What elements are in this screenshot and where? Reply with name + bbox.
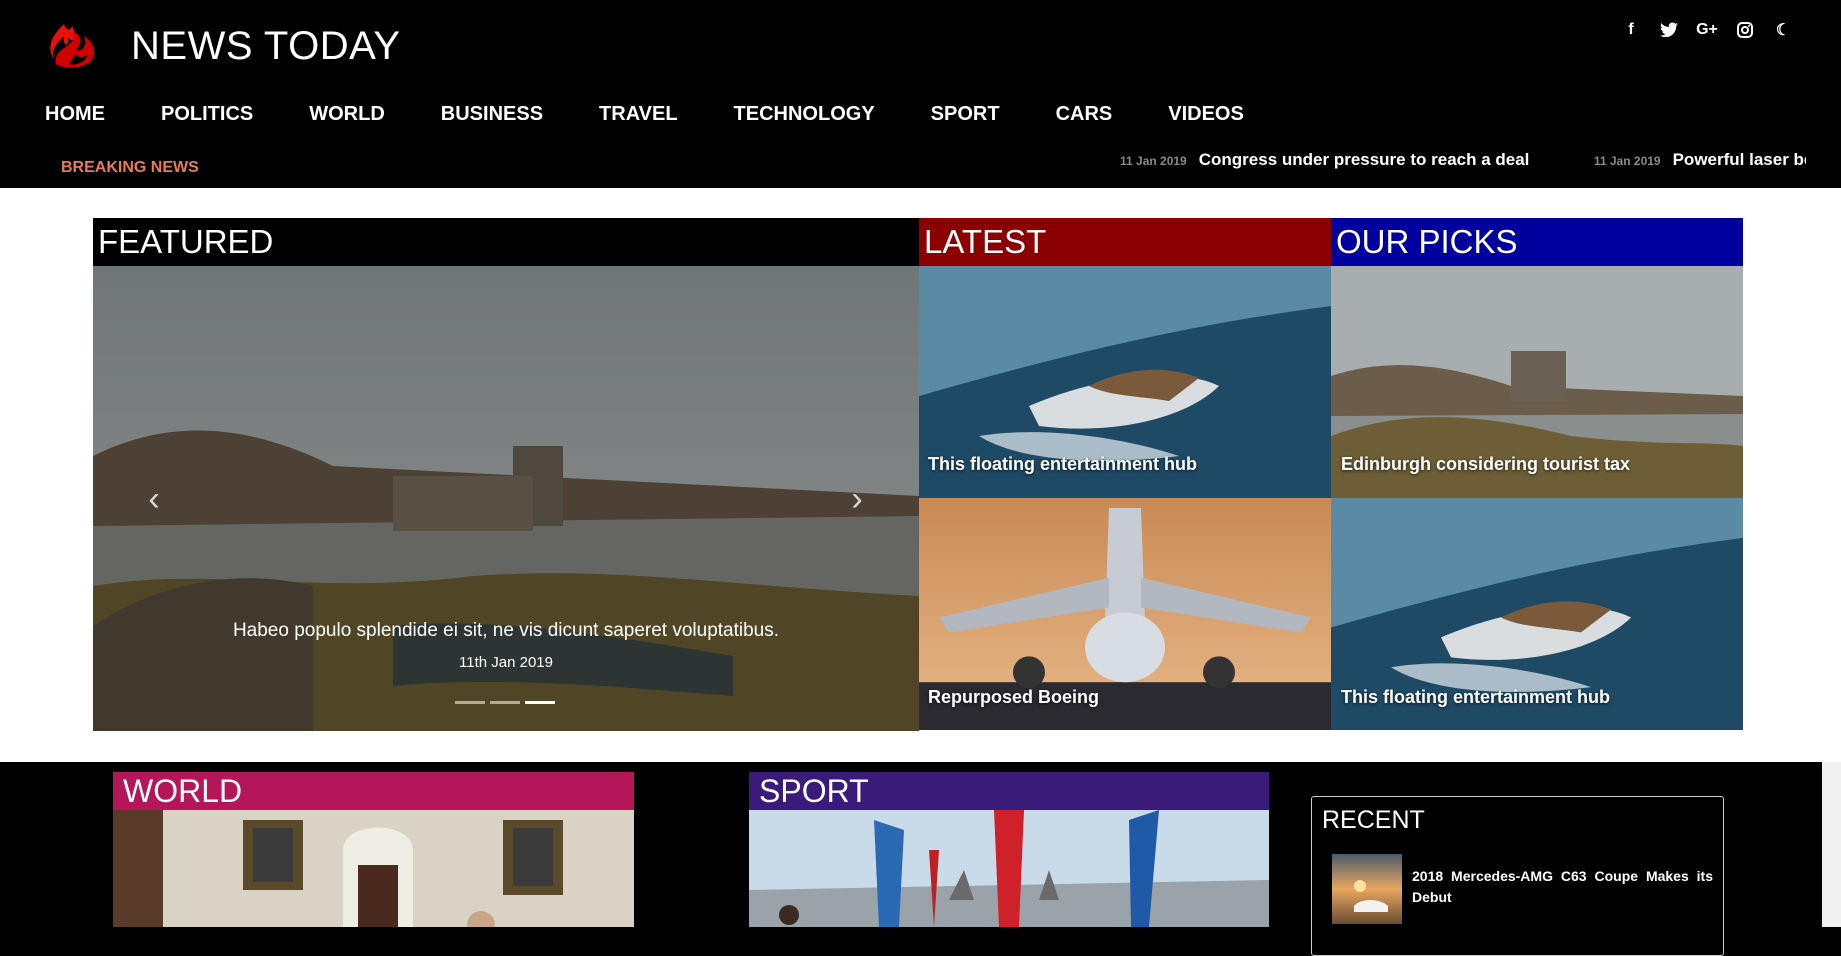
nav-world[interactable]: WORLD — [309, 103, 385, 126]
nav-politics[interactable]: POLITICS — [161, 103, 253, 126]
google-plus-icon[interactable]: G+ — [1696, 20, 1718, 40]
section-header-sport: SPORT — [749, 772, 1269, 810]
ticker-date: 11 Jan 2019 — [1120, 154, 1187, 168]
ticker-item[interactable]: 11 Jan 2019 Powerful laser beam — [1594, 150, 1806, 170]
ticker-date: 11 Jan 2019 — [1593, 154, 1661, 168]
nav-cars[interactable]: CARS — [1056, 103, 1113, 126]
recent-item-thumbnail[interactable] — [1332, 854, 1402, 924]
latest-tile-title[interactable]: This floating entertainment hub — [928, 454, 1197, 475]
slide-indicators — [455, 701, 555, 704]
flame-logo-icon[interactable] — [44, 18, 104, 72]
chevron-right-icon[interactable]: › — [842, 479, 872, 519]
picks-tile-title[interactable]: Edinburgh considering tourist tax — [1341, 454, 1630, 475]
slide-indicator[interactable] — [490, 701, 520, 704]
chevron-left-icon[interactable]: ‹ — [139, 479, 169, 519]
nav-technology[interactable]: TECHNOLOGY — [734, 103, 875, 126]
section-header-latest: LATEST — [919, 218, 1331, 266]
nav-home[interactable]: HOME — [45, 103, 105, 126]
section-header-world: WORLD — [113, 772, 634, 810]
slide-indicator[interactable] — [455, 701, 485, 704]
nav-business[interactable]: BUSINESS — [441, 103, 543, 126]
slide-indicator[interactable] — [525, 701, 555, 704]
main-nav: HOME POLITICS WORLD BUSINESS TRAVEL TECH… — [45, 103, 1300, 126]
picks-tile-title[interactable]: This floating entertainment hub — [1341, 687, 1610, 708]
breaking-news-label: BREAKING NEWS — [61, 159, 199, 176]
ticker-title[interactable]: Congress under pressure to reach a deal — [1199, 150, 1530, 169]
instagram-icon[interactable] — [1735, 20, 1755, 40]
twitter-icon[interactable] — [1659, 20, 1679, 40]
news-ticker: 11 Jan 2019 Congress under pressure to re… — [1120, 150, 1806, 176]
section-header-picks: OUR PICKS — [1331, 218, 1743, 266]
site-title[interactable]: NEWS TODAY — [131, 22, 401, 70]
sport-story-image[interactable] — [749, 810, 1269, 927]
slide-caption[interactable]: Habeo populo splendide ei sit, ne vis di… — [93, 620, 919, 642]
moon-icon[interactable]: ☾ — [1773, 20, 1793, 40]
world-story-image[interactable] — [113, 810, 634, 927]
nav-sport[interactable]: SPORT — [931, 103, 1000, 126]
section-header-featured: FEATURED — [93, 218, 919, 266]
ticker-item[interactable]: 11 Jan 2019 Congress under pressure to re… — [1120, 150, 1529, 170]
facebook-icon[interactable]: f — [1621, 20, 1641, 40]
latest-tile-title[interactable]: Repurposed Boeing — [928, 687, 1099, 708]
social-links: f G+ ☾ — [1621, 20, 1793, 40]
ticker-title[interactable]: Powerful laser beam — [1673, 150, 1806, 169]
slide-date: 11th Jan 2019 — [459, 654, 553, 671]
nav-videos[interactable]: VIDEOS — [1168, 103, 1244, 126]
nav-travel[interactable]: TRAVEL — [599, 103, 678, 126]
recent-item-title[interactable]: 2018 Mercedes-AMG C63 Coupe Makes its De… — [1412, 866, 1713, 908]
recent-widget-title: RECENT — [1322, 806, 1425, 834]
